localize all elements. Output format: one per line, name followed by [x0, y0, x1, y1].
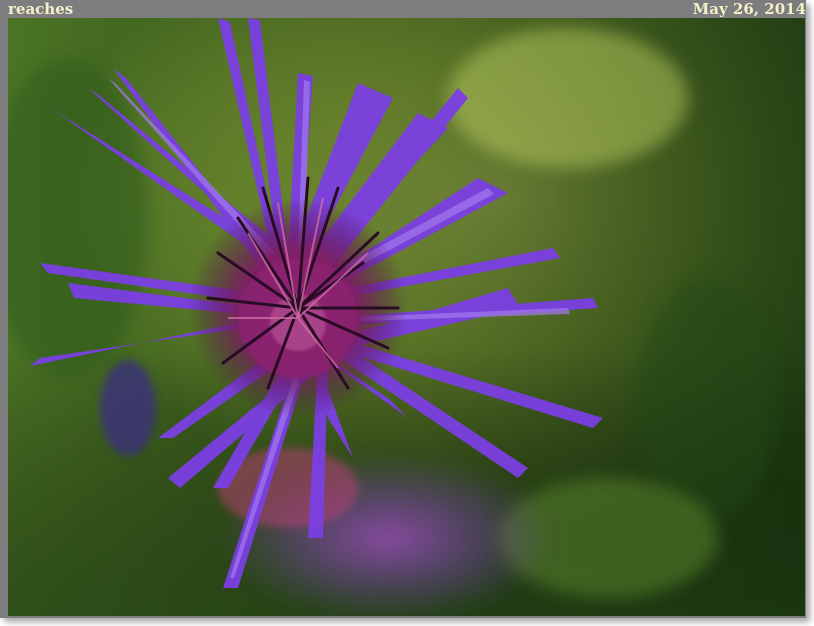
caption-bar: reaches May 26, 2014 — [0, 0, 806, 18]
flower-photo — [8, 18, 805, 616]
photo-title: reaches — [8, 0, 74, 18]
flower-photo-image — [8, 18, 805, 616]
photo-frame: reaches May 26, 2014 — [0, 0, 806, 618]
photo-date: May 26, 2014 — [692, 0, 806, 18]
